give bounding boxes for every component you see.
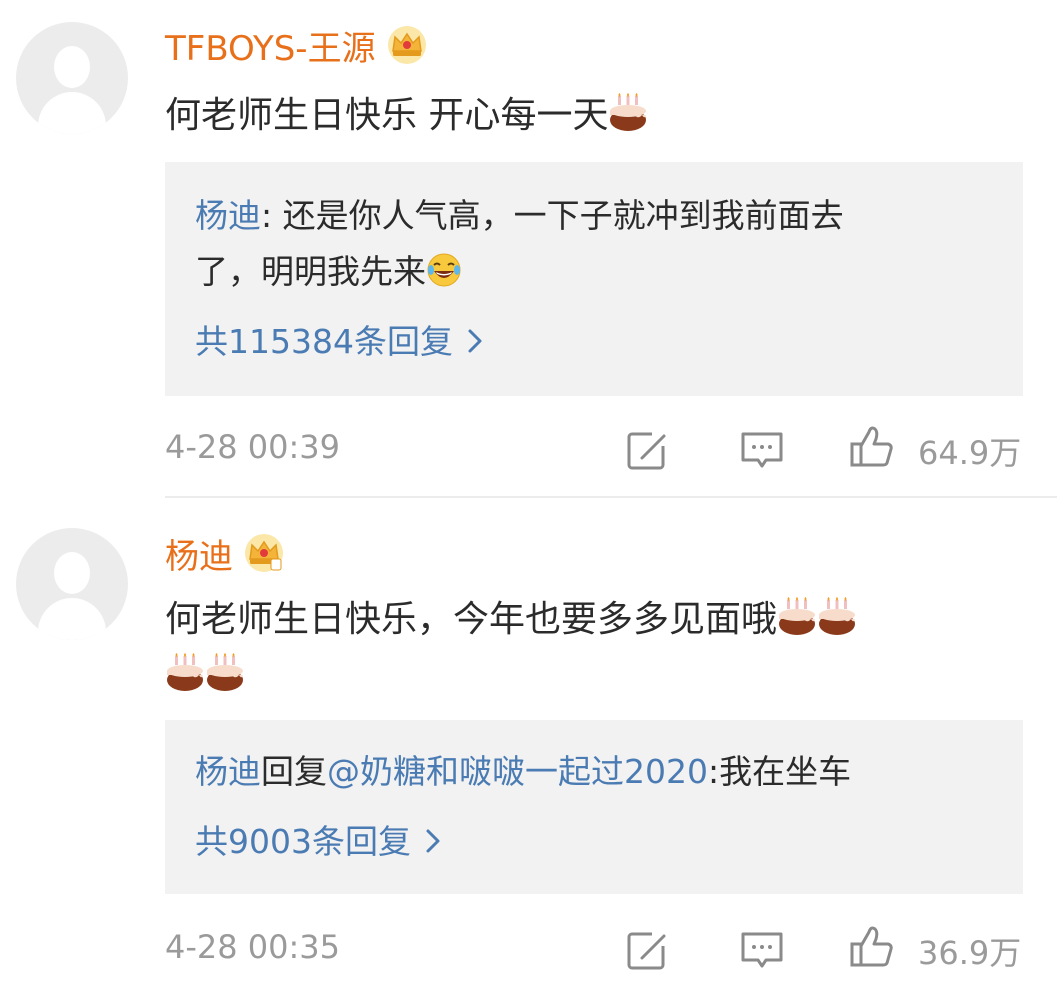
comment-timestamp: 4-28 00:39 bbox=[165, 428, 341, 466]
birthday-cake-emoji bbox=[205, 653, 245, 693]
avatar[interactable] bbox=[16, 528, 128, 640]
username[interactable]: TFBOYS-王源 bbox=[165, 21, 376, 70]
avatar[interactable] bbox=[16, 22, 128, 134]
comment-text: 何老师生日快乐 开心每一天 bbox=[165, 88, 1035, 144]
birthday-cake-emoji bbox=[165, 653, 205, 693]
birthday-cake-emoji bbox=[608, 93, 648, 133]
repost-icon[interactable] bbox=[626, 428, 670, 472]
username[interactable]: 杨迪 bbox=[165, 529, 233, 578]
reply-author[interactable]: 杨迪 bbox=[195, 196, 261, 235]
reply-text: 杨迪: 还是你人气高，一下子就冲到我前面去 bbox=[195, 196, 844, 235]
reply-preview-box[interactable]: 杨迪回复@奶糖和啵啵一起过2020:我在坐车 共9003条回复 bbox=[165, 720, 1023, 894]
reply-text-line2: 了，明明我先来 bbox=[195, 244, 985, 300]
comment-text: 何老师生日快乐，今年也要多多见面哦 bbox=[165, 592, 1035, 704]
view-all-replies-link[interactable]: 共115384条回复 bbox=[195, 320, 485, 364]
comment-icon[interactable] bbox=[740, 928, 784, 972]
like-thumb-icon[interactable] bbox=[850, 424, 894, 468]
crown-badge-icon bbox=[386, 25, 428, 65]
view-all-replies-link[interactable]: 共9003条回复 bbox=[195, 820, 443, 864]
like-count: 36.9万 bbox=[918, 934, 1022, 972]
chevron-right-icon bbox=[465, 326, 485, 356]
username-row: TFBOYS-王源 bbox=[165, 20, 428, 70]
comment-item: 杨迪 何老师生日快乐，今年也要多多见面哦 杨迪回复@奶糖和啵啵一起过2020:我… bbox=[0, 498, 1057, 997]
reply-author[interactable]: 杨迪 bbox=[195, 752, 261, 791]
birthday-cake-emoji bbox=[817, 597, 857, 637]
birthday-cake-emoji bbox=[777, 597, 817, 637]
repost-icon[interactable] bbox=[626, 928, 670, 972]
comment-icon[interactable] bbox=[740, 428, 784, 472]
like-count: 64.9万 bbox=[918, 434, 1022, 472]
reply-preview-box[interactable]: 杨迪: 还是你人气高，一下子就冲到我前面去 了，明明我先来 共115384条回复 bbox=[165, 162, 1023, 396]
laughing-tears-emoji bbox=[426, 252, 462, 288]
crown-badge-icon bbox=[243, 533, 285, 573]
reply-text: 杨迪回复@奶糖和啵啵一起过2020:我在坐车 bbox=[195, 752, 852, 791]
username-row: 杨迪 bbox=[165, 528, 285, 578]
comment-item: TFBOYS-王源 何老师生日快乐 开心每一天 杨迪: 还是你人气高，一下子就冲… bbox=[0, 0, 1057, 497]
reply-mention[interactable]: @奶糖和啵啵一起过2020 bbox=[327, 752, 708, 791]
chevron-right-icon bbox=[423, 826, 443, 856]
comment-timestamp: 4-28 00:35 bbox=[165, 928, 341, 966]
like-thumb-icon[interactable] bbox=[850, 924, 894, 968]
